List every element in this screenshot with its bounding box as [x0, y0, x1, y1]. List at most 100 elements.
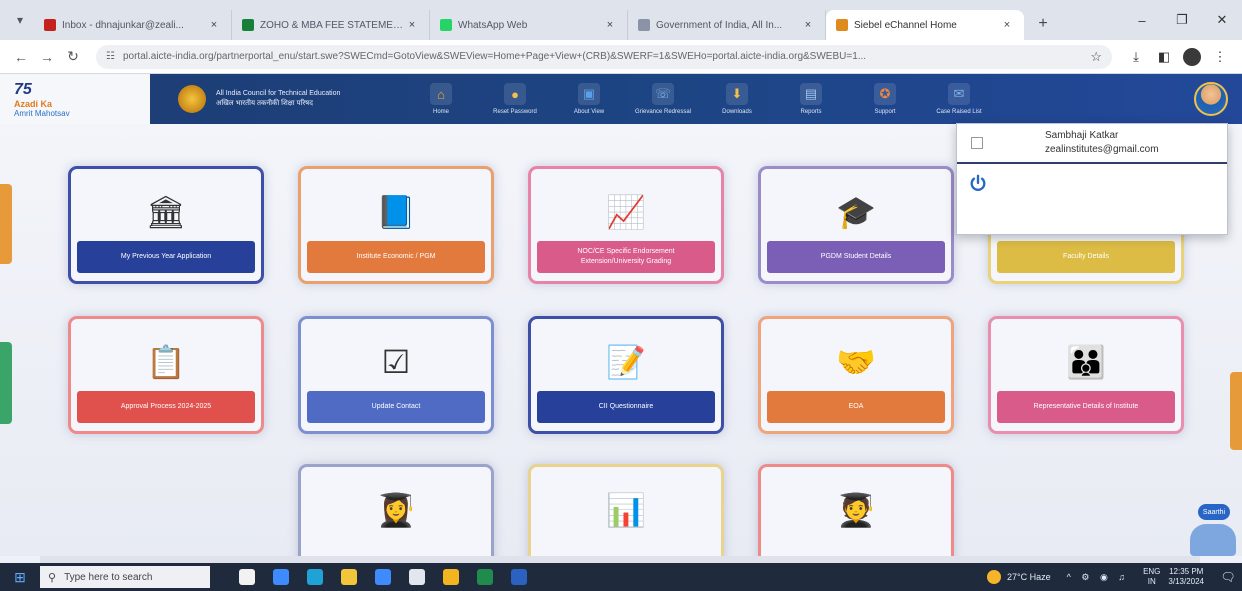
address-bar[interactable]: ☷ portal.aicte-india.org/partnerportal_e…	[96, 44, 1112, 69]
student-icon: 👩‍🎓	[376, 492, 416, 528]
nav-item[interactable]: ▤ Reports	[774, 83, 848, 115]
bookmark-star-icon[interactable]: ☆	[1090, 49, 1102, 65]
tab-search-icon[interactable]: ▾	[6, 6, 34, 34]
dashboard-tile[interactable]: 👩‍🎓	[298, 464, 494, 556]
nav-item[interactable]: ⌂ Home	[404, 83, 478, 115]
analytics-icon: 📊	[606, 492, 646, 528]
url-text[interactable]: portal.aicte-india.org/partnerportal_enu…	[123, 51, 1082, 62]
nav-item[interactable]: ● Reset Password	[478, 83, 552, 115]
tab-close-icon[interactable]: ×	[603, 19, 617, 31]
back-button[interactable]: ←	[8, 44, 34, 70]
language-indicator[interactable]: ENG IN	[1143, 567, 1160, 587]
search-placeholder: Type here to search	[64, 571, 153, 583]
aicte-logo[interactable]: All India Council for Technical Educatio…	[178, 85, 398, 113]
chrome-icon	[443, 569, 459, 585]
questionnaire-icon: 📝	[606, 344, 646, 380]
browser-tab[interactable]: ZOHO & MBA FEE STATEMENT... ×	[232, 10, 430, 40]
dashboard-tile[interactable]: 📊	[528, 464, 724, 556]
tab-title: Inbox - dhnajunkar@zeali...	[62, 19, 184, 31]
notification-icon[interactable]: 🗨	[1214, 563, 1242, 591]
taskbar-app[interactable]	[468, 563, 502, 591]
aicte-name-hindi: अखिल भारतीय तकनीकी शिक्षा परिषद	[216, 100, 313, 107]
forward-button[interactable]: →	[34, 44, 60, 70]
checklist-icon: ☑	[381, 344, 411, 380]
tab-favicon-icon	[44, 19, 56, 31]
tab-close-icon[interactable]: ×	[1000, 19, 1014, 31]
reload-button[interactable]: ↻	[60, 44, 86, 70]
browser-tab[interactable]: Siebel eChannel Home ×	[826, 10, 1024, 40]
nav-item[interactable]: ⬇ Downloads	[700, 83, 774, 115]
tile-label: Approval Process 2024-2025	[77, 391, 255, 423]
clock[interactable]: 12:35 PM 3/13/2024	[1168, 567, 1204, 587]
weather-widget[interactable]: 27°C Haze	[987, 570, 1051, 584]
chatbot-widget[interactable]: Saarthi	[1190, 504, 1236, 556]
tile-label: My Previous Year Application	[77, 241, 255, 273]
start-button[interactable]: ⊞	[0, 563, 40, 591]
clock-date: 3/13/2024	[1168, 577, 1204, 586]
tab-close-icon[interactable]: ×	[801, 19, 815, 31]
azadi-ka-amrit-mahotsav-logo: 75 Azadi Ka Amrit Mahotsav	[0, 74, 150, 124]
logo-line-2: Azadi Ka	[14, 98, 53, 109]
taskbar-app[interactable]	[332, 563, 366, 591]
tile-label: NOC/CE Specific Endorsement Extension/Un…	[537, 241, 715, 273]
taskbar-app[interactable]	[230, 563, 264, 591]
dashboard-tile[interactable]: 📝 CII Questionnaire	[528, 316, 724, 434]
minimize-button[interactable]: –	[1122, 0, 1162, 40]
download-icon[interactable]: ⤓	[1122, 44, 1150, 70]
right-side-tab[interactable]	[1230, 372, 1242, 450]
browser-menu-icon[interactable]: ⋮	[1206, 44, 1234, 70]
new-tab-button[interactable]: +	[1030, 11, 1056, 37]
nav-item[interactable]: ✉ Case Raised List	[922, 83, 996, 115]
taskbar-search[interactable]: ⚲ Type here to search	[40, 566, 210, 588]
dashboard-tile[interactable]: 🎓 PGDM Student Details	[758, 166, 954, 284]
taskbar-app[interactable]	[264, 563, 298, 591]
taskbar-app[interactable]	[434, 563, 468, 591]
dashboard-tile[interactable]: 🏛 My Previous Year Application	[68, 166, 264, 284]
tray-icons[interactable]: ^ ⚙ ◉ ♫	[1067, 572, 1129, 583]
chatbot-label[interactable]: Saarthi	[1198, 504, 1230, 520]
taskbar-app[interactable]	[298, 563, 332, 591]
browser-tab[interactable]: WhatsApp Web ×	[430, 10, 628, 40]
chatbot-robot-icon[interactable]	[1190, 524, 1236, 556]
tab-favicon-icon	[242, 19, 254, 31]
weather-text: 27°C Haze	[1007, 572, 1051, 582]
nav-item-label: Home	[432, 109, 449, 115]
taskbar-app[interactable]	[400, 563, 434, 591]
dashboard-tile[interactable]: 🤝 EOA	[758, 316, 954, 434]
dashboard-tile[interactable]: ☑ Update Contact	[298, 316, 494, 434]
taskbar-app[interactable]	[366, 563, 400, 591]
user-menu-dropdown: Sambhaji Katkar zealinstitutes@gmail.com	[956, 123, 1228, 235]
logo-line-3: Amrit Mahotsav	[14, 108, 70, 118]
reports-icon: ▤	[800, 83, 822, 105]
side-panel-icon[interactable]: ◧	[1150, 44, 1178, 70]
home-icon: ⌂	[430, 83, 452, 105]
left-side-tab-green[interactable]	[0, 342, 12, 424]
tab-title: WhatsApp Web	[458, 19, 528, 31]
window-controls: – ❐ ✕	[1122, 0, 1242, 40]
power-icon[interactable]	[969, 174, 987, 192]
nav-item[interactable]: ✪ Support	[848, 83, 922, 115]
close-window-button[interactable]: ✕	[1202, 0, 1242, 40]
dashboard-tile[interactable]: 👪 Representative Details of Institute	[988, 316, 1184, 434]
browser-tab[interactable]: Inbox - dhnajunkar@zeali... ×	[34, 10, 232, 40]
nav-item[interactable]: ☏ Grievance Redressal	[626, 83, 700, 115]
task-view-icon	[273, 569, 289, 585]
nav-item-label: Support	[874, 109, 896, 115]
dashboard-tile[interactable]: 📈 NOC/CE Specific Endorsement Extension/U…	[528, 166, 724, 284]
tab-close-icon[interactable]: ×	[207, 19, 221, 31]
dashboard-tile[interactable]: 🧑‍🎓	[758, 464, 954, 556]
left-side-tab-orange[interactable]	[0, 184, 12, 264]
approval-document-icon: 📋	[146, 344, 186, 380]
site-info-icon[interactable]: ☷	[106, 51, 115, 62]
maximize-button[interactable]: ❐	[1162, 0, 1202, 40]
browser-tab[interactable]: Government of India, All In... ×	[628, 10, 826, 40]
tab-close-icon[interactable]: ×	[405, 19, 419, 31]
tab-favicon-icon	[638, 19, 650, 31]
taskbar-app[interactable]	[502, 563, 536, 591]
profile-button[interactable]	[1178, 44, 1206, 70]
user-avatar[interactable]	[1194, 82, 1228, 116]
dashboard-tile[interactable]: 📘 Institute Economic / PGM	[298, 166, 494, 284]
nav-item[interactable]: ▣ About View	[552, 83, 626, 115]
support-icon: ✪	[874, 83, 896, 105]
dashboard-tile[interactable]: 📋 Approval Process 2024-2025	[68, 316, 264, 434]
